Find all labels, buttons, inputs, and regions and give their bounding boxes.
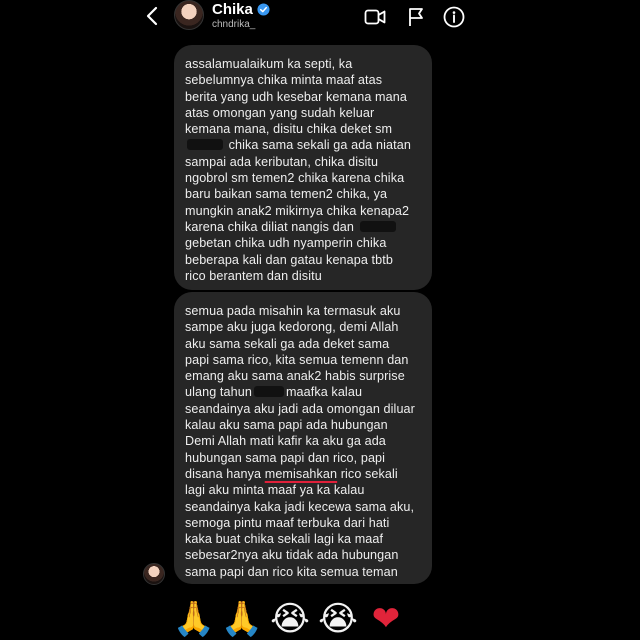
- message-line: baru baikan sama temen2 chika, ya: [185, 187, 388, 202]
- message-line: hubungan sama papi dan rico, papi: [185, 450, 386, 465]
- report-button[interactable]: [404, 5, 428, 29]
- back-button[interactable]: [140, 4, 164, 28]
- message-line: kemana mana, disitu chika deket sm: [185, 122, 393, 137]
- message-line: rico berantem dan disitu: [185, 268, 322, 283]
- message-line: gebetan chika udh nyamperin chika: [185, 236, 387, 251]
- message-line: mungkin anak2 mikirnya chika kenapa2: [185, 203, 410, 218]
- message-line: sama papi dan rico kita semua teman: [185, 564, 398, 579]
- message-line: sampai ada keributan, chika disitu: [185, 154, 379, 169]
- video-call-icon: [364, 9, 386, 25]
- message-line: aku sama sekali ga ada deket sama: [185, 336, 390, 351]
- contact-info[interactable]: Chika chndrika_: [212, 1, 270, 30]
- redaction-block: [359, 220, 396, 232]
- message-line: assalamualaikum ka septi, ka: [185, 57, 353, 71]
- message-line: lagi aku minta maaf ya ka kalau: [185, 483, 365, 498]
- message-line: ngobrol sm temen2 chika karena chika: [185, 171, 405, 186]
- verified-badge-icon: [257, 3, 270, 16]
- message-line: Demi Allah mati kafir ka aku ga ada: [185, 434, 386, 449]
- underlined-word: memisahkan: [264, 466, 338, 481]
- message-line: seandainya kaka jadi kecewa sama aku,: [185, 499, 415, 514]
- message-line: kalau aku sama papi ada hubungan: [185, 418, 388, 433]
- info-icon: [443, 6, 465, 28]
- contact-username: chndrika_: [212, 19, 256, 30]
- folded-hands-emoji[interactable]: 🙏: [172, 599, 216, 639]
- crying-face-emoji[interactable]: 😭: [268, 599, 312, 639]
- message-line: berita yang udh kesebar kemana mana: [185, 89, 407, 104]
- message-line: seandainya aku jadi ada omongan diluar: [185, 401, 415, 416]
- red-heart-emoji[interactable]: ❤: [364, 599, 408, 639]
- message-line-redacted: ulang tahun maafka kalau: [185, 385, 363, 400]
- message-line: sebelumnya chika minta maaf atas: [185, 73, 383, 88]
- message-line-redacted: chika sama sekali ga ada niatan: [185, 137, 422, 153]
- message-line: sampe aku juga kedorong, demi Allah: [185, 320, 399, 335]
- sender-avatar[interactable]: [143, 563, 165, 585]
- message-line: semua pada misahin ka termasuk aku: [185, 304, 401, 318]
- dm-conversation-screen: Chika chndrika_ assalamualaikum ka septi…: [0, 0, 640, 640]
- video-call-button[interactable]: [363, 5, 387, 29]
- contact-name: Chika: [212, 1, 253, 18]
- redaction-block: [253, 386, 284, 398]
- reaction-bar: 🙏 🙏 😭 😭 ❤: [172, 598, 408, 640]
- message-line: semoga pintu maaf terbuka dari hati: [185, 515, 390, 530]
- message-line: papi sama rico, kita semua temenn dan: [185, 352, 409, 367]
- message-bubble[interactable]: semua pada misahin ka termasuk aku sampe…: [174, 292, 432, 584]
- message-line: beberapa kali dan gatau kenapa tbtb: [185, 252, 393, 267]
- message-line: kaka buat chika sekali lagi ka maaf: [185, 532, 384, 547]
- info-button[interactable]: [442, 5, 466, 29]
- message-line: atas omongan yang sudah keluar: [185, 105, 375, 120]
- message-line: sebesar2nya aku tidak ada hubungan: [185, 548, 399, 563]
- message-bubble[interactable]: assalamualaikum ka septi, ka sebelumnya …: [174, 45, 432, 290]
- message-line-underlined: disana hanya memisahkan rico sekali: [185, 466, 398, 481]
- contact-avatar[interactable]: [174, 0, 204, 30]
- crying-face-emoji[interactable]: 😭: [316, 599, 360, 639]
- flag-icon: [409, 8, 423, 26]
- redaction-block: [187, 139, 223, 151]
- back-icon: [146, 6, 158, 26]
- folded-hands-emoji[interactable]: 🙏: [220, 599, 264, 639]
- message-line: emang aku sama anak2 habis surprise: [185, 369, 405, 384]
- chat-header: Chika chndrika_: [130, 0, 510, 34]
- message-line-redacted: karena chika diliat nangis dan: [185, 219, 422, 235]
